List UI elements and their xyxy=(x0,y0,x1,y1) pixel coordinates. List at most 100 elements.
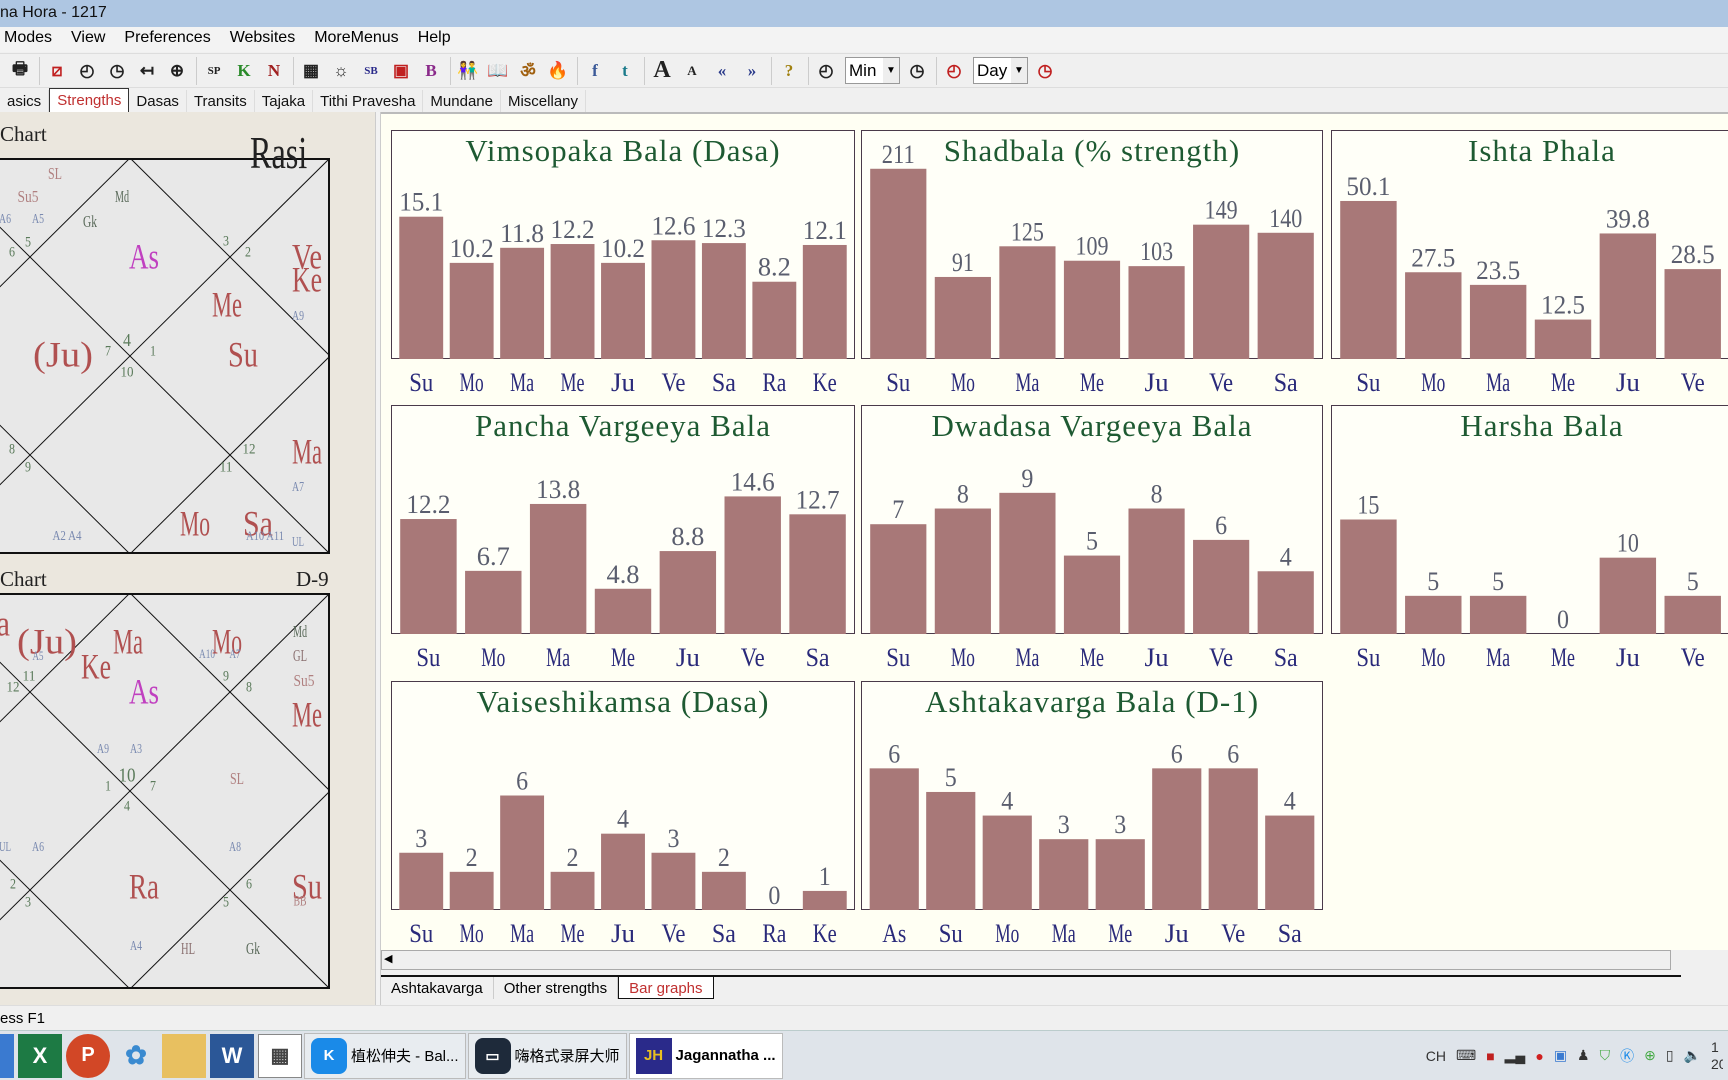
bar[interactable] xyxy=(1257,232,1314,359)
chart-item[interactable]: 6 xyxy=(9,244,15,260)
chart-item[interactable]: A5 xyxy=(32,212,44,227)
day-step-select[interactable]: Day ▼ xyxy=(973,57,1028,84)
chart-item[interactable]: (Ju) xyxy=(33,334,93,374)
couple-icon[interactable]: 👫 xyxy=(454,57,482,85)
chart-item[interactable]: 11 xyxy=(23,668,36,684)
bar[interactable] xyxy=(1534,319,1592,359)
horizontal-scrollbar[interactable]: ◀ xyxy=(381,950,1671,970)
timezone-clock-icon[interactable]: ⊕ xyxy=(163,57,191,85)
excel-icon[interactable]: X xyxy=(18,1033,62,1078)
bar[interactable] xyxy=(1664,269,1721,359)
menu-help[interactable]: Help xyxy=(414,29,460,52)
bar[interactable] xyxy=(651,852,696,910)
om-speaker-icon[interactable]: ॐ xyxy=(514,57,542,85)
chart-item[interactable]: A9 xyxy=(292,309,304,324)
k-square-icon[interactable]: ▣ xyxy=(387,57,415,85)
bar[interactable] xyxy=(1193,224,1250,359)
bar[interactable] xyxy=(802,890,847,910)
chart-item[interactable]: A4 xyxy=(130,939,142,954)
chart-item[interactable]: Ma xyxy=(292,431,322,471)
bar[interactable] xyxy=(1265,815,1315,910)
chart-item[interactable]: 7 xyxy=(150,778,156,794)
bar[interactable] xyxy=(982,815,1032,910)
chart-item[interactable]: HL xyxy=(181,939,195,958)
calculator-icon[interactable]: ▦ xyxy=(258,1033,302,1078)
chart-item[interactable]: 7 xyxy=(105,343,111,359)
bar[interactable] xyxy=(1340,200,1397,359)
bar[interactable] xyxy=(1469,595,1527,634)
double-left-icon[interactable]: « xyxy=(708,57,736,85)
transit-back-icon[interactable]: ◴ xyxy=(940,57,968,85)
plus-icon[interactable]: ⊕ xyxy=(1644,1047,1656,1064)
taskbar-window-recorder[interactable]: ▭ 嗨格式录屏大师 xyxy=(467,1032,627,1079)
bar[interactable] xyxy=(465,570,522,634)
bar[interactable] xyxy=(449,262,494,359)
chart-item[interactable]: 1 xyxy=(150,343,156,359)
app-icon[interactable] xyxy=(0,1033,14,1078)
bar[interactable] xyxy=(701,243,746,359)
chart-item[interactable]: As xyxy=(129,671,159,711)
bar[interactable] xyxy=(1039,839,1089,910)
clock-x-icon[interactable]: ◷ xyxy=(103,57,131,85)
chart-item[interactable]: GL xyxy=(293,646,307,665)
font-larger-icon[interactable]: A xyxy=(648,57,676,85)
bar[interactable] xyxy=(870,524,927,634)
bar[interactable] xyxy=(449,871,494,910)
bar[interactable] xyxy=(999,246,1056,359)
keyboard-icon[interactable]: ⌨ xyxy=(1456,1047,1476,1064)
chart-item[interactable]: SL xyxy=(230,769,244,788)
chart-item[interactable]: A6 xyxy=(0,212,11,227)
chart-item[interactable]: 2 xyxy=(10,876,16,892)
bar[interactable] xyxy=(1599,233,1657,359)
bar[interactable] xyxy=(399,216,444,359)
bar[interactable] xyxy=(1063,555,1121,634)
photos-icon[interactable]: ✿ xyxy=(114,1034,158,1078)
b-grid-icon[interactable]: B xyxy=(417,57,445,85)
bar[interactable] xyxy=(724,496,781,634)
book-icon[interactable]: 📖 xyxy=(484,57,512,85)
bar[interactable] xyxy=(399,852,444,910)
chart-item[interactable]: A5 xyxy=(33,648,44,663)
grid-chart-icon[interactable]: ▦ xyxy=(297,57,325,85)
bar[interactable] xyxy=(789,514,846,634)
chart-item[interactable]: 5 xyxy=(223,894,229,910)
ime-indicator[interactable]: CH xyxy=(1426,1048,1446,1064)
bar[interactable] xyxy=(934,508,991,634)
chart-item[interactable]: Ma xyxy=(113,621,143,661)
tab-asics[interactable]: asics xyxy=(0,90,50,112)
bar[interactable] xyxy=(601,262,645,359)
bar[interactable] xyxy=(701,871,746,910)
chart-item[interactable]: Gk xyxy=(83,212,97,231)
chart-edit-icon[interactable]: ⧄ xyxy=(43,57,71,85)
bar[interactable] xyxy=(1664,595,1721,634)
chart-item[interactable]: A10 A11 xyxy=(246,528,284,543)
chart-item[interactable]: A6 xyxy=(32,840,44,855)
tab-tajaka[interactable]: Tajaka xyxy=(255,90,314,112)
font-smaller-icon[interactable]: A xyxy=(678,57,706,85)
fire-icon[interactable]: 🔥 xyxy=(544,57,572,85)
help-icon[interactable]: ? xyxy=(775,57,803,85)
scroll-left-icon[interactable]: ◀ xyxy=(384,952,392,965)
rasi-chart[interactable]: SLSu5A6 A5MdGk56 As 32 VeKeA9MeSu(Ju) 7411089… xyxy=(0,158,330,554)
volume-icon[interactable]: 🔈 xyxy=(1684,1047,1701,1064)
bar[interactable] xyxy=(601,833,645,910)
double-right-icon[interactable]: » xyxy=(738,57,766,85)
k-icon[interactable]: K xyxy=(230,57,258,85)
signal-icon[interactable]: ▂▄ xyxy=(1505,1047,1526,1064)
chart-item[interactable]: 10 xyxy=(121,364,134,380)
chart-item[interactable]: 12 xyxy=(7,679,20,695)
bar[interactable] xyxy=(1063,260,1121,359)
folder-icon[interactable] xyxy=(162,1033,206,1078)
bar[interactable] xyxy=(1405,272,1462,359)
chart-item[interactable]: 10 xyxy=(119,765,136,787)
subtab-other-strengths[interactable]: Other strengths xyxy=(494,977,619,999)
chart-item[interactable]: Sa xyxy=(0,603,10,643)
chart-item[interactable]: A2 A4 xyxy=(53,529,82,544)
beats-icon[interactable]: ● xyxy=(1535,1048,1543,1064)
device-icon[interactable]: ▯ xyxy=(1666,1047,1674,1064)
chart-item[interactable]: Ke xyxy=(292,259,322,299)
bar[interactable] xyxy=(659,551,717,634)
chart-item[interactable]: Su5 xyxy=(294,671,315,690)
bar[interactable] xyxy=(1257,571,1314,634)
clock[interactable]: 1 20 xyxy=(1711,1039,1723,1073)
